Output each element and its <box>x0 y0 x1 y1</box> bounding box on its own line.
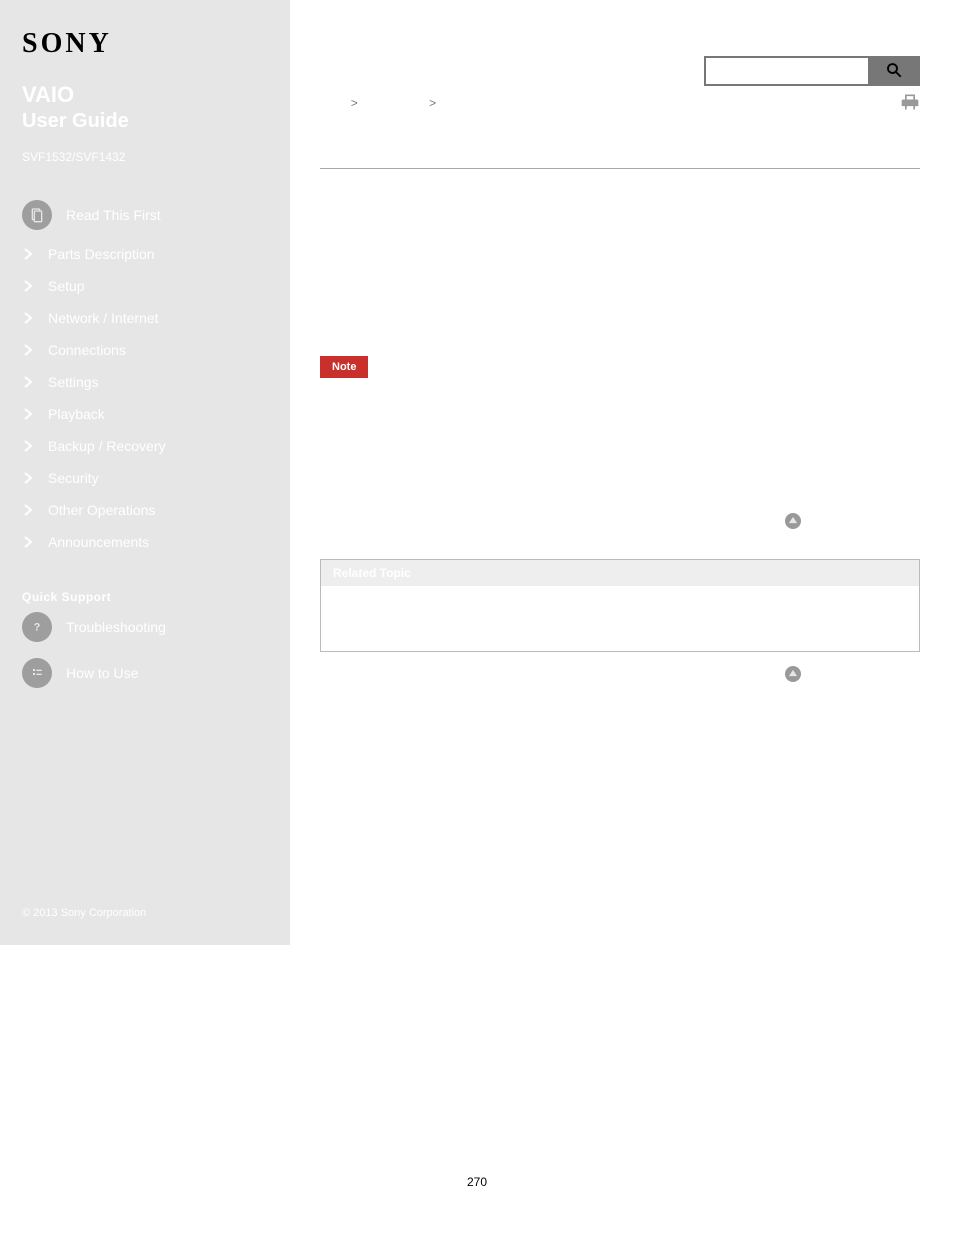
sidebar-item-other-ops[interactable]: Other Operations <box>22 494 268 526</box>
chevron-right-icon <box>22 408 34 420</box>
step-1-text: Plug the power cord of your external dri… <box>334 277 704 292</box>
sidebar-item-label: Read This First <box>66 207 161 223</box>
chevron-right-icon <box>22 344 34 356</box>
note-item: Be sure to connect an external drive to … <box>342 386 920 405</box>
go-top-label: Go to top of the page <box>807 667 920 681</box>
note-flag: Note <box>320 356 368 378</box>
go-top-link[interactable]: Go to top of the page <box>320 666 920 682</box>
related-link[interactable]: Connecting a USB Device <box>353 596 909 619</box>
step-1: 1. Plug the power cord of your external … <box>320 275 920 295</box>
sidebar-item-playback[interactable]: Playback <box>22 398 268 430</box>
related-heading: Related Topic <box>321 560 919 586</box>
breadcrumb-top[interactable]: Top <box>320 96 339 110</box>
sidebar-item-label: Settings <box>48 374 99 390</box>
sidebar-item-label: Setup <box>48 278 85 294</box>
main-content: Top > Playback > CD/DVD/BD Connecting an… <box>320 40 920 682</box>
sidebar-item-security[interactable]: Security <box>22 462 268 494</box>
copyright: © 2013 Sony Corporation <box>22 907 146 919</box>
guide-title: User Guide <box>22 110 268 133</box>
sidebar-item-setup[interactable]: Setup <box>22 270 268 302</box>
chevron-right-icon <box>22 280 34 292</box>
arrow-up-icon <box>785 666 801 682</box>
sidebar-item-label: Announcements <box>48 534 149 550</box>
sidebar-item-label: Network / Internet <box>48 310 159 326</box>
related-box: Related Topic Connecting a USB Device Bo… <box>320 559 920 652</box>
page-number: 270 <box>0 1175 954 1189</box>
chevron-right-icon <box>22 312 34 324</box>
sidebar: SONY VAIO User Guide SVF1532/SVF1432 Rea… <box>0 0 290 945</box>
search-button[interactable] <box>868 56 920 86</box>
sidebar-item-label: Parts Description <box>48 246 155 262</box>
breadcrumb-sep: > <box>429 96 436 110</box>
go-top-label: Go to top of the page <box>807 514 920 528</box>
intro-p2: Refer to the manual that came with your … <box>320 241 920 261</box>
sidebar-item-connections[interactable]: Connections <box>22 334 268 366</box>
sidebar-nav: Read This First Parts Description Setup … <box>22 192 268 696</box>
page-title: Connecting an External Drive <box>320 132 920 169</box>
note-item: If you disconnect the drive or turn off … <box>342 462 920 500</box>
chevron-right-icon <box>22 472 34 484</box>
chevron-right-icon <box>22 440 34 452</box>
search-icon <box>885 61 903 82</box>
related-link[interactable]: Booting Your VAIO Computer from External… <box>353 619 909 642</box>
sidebar-item-parts[interactable]: Parts Description <box>22 238 268 270</box>
breadcrumb-sep: > <box>351 96 358 110</box>
sidebar-item-label: Other Operations <box>48 502 155 518</box>
sidebar-item-read-first[interactable]: Read This First <box>22 192 268 238</box>
arrow-up-icon <box>785 513 801 529</box>
sidebar-item-troubleshoot[interactable]: ? Troubleshooting <box>22 604 268 650</box>
go-top-link[interactable]: Go to top of the page <box>320 513 920 529</box>
sidebar-item-settings[interactable]: Settings <box>22 366 268 398</box>
breadcrumb-cddvd[interactable]: CD/DVD/BD <box>447 96 513 110</box>
step-2-num: 2. <box>320 310 334 325</box>
search-bar <box>704 56 920 86</box>
list-icon <box>22 658 52 688</box>
breadcrumb: Top > Playback > CD/DVD/BD <box>320 96 920 110</box>
search-input[interactable] <box>704 56 868 86</box>
model-numbers: SVF1532/SVF1432 <box>22 149 268 166</box>
breadcrumb-playback[interactable]: Playback <box>369 96 418 110</box>
sidebar-item-label: Playback <box>48 406 105 422</box>
chevron-right-icon <box>22 536 34 548</box>
doc-icon <box>22 200 52 230</box>
sidebar-item-label: Security <box>48 470 99 486</box>
brand-logo: SONY <box>22 28 268 60</box>
chevron-right-icon <box>22 248 34 260</box>
support-heading: Quick Support <box>22 590 268 604</box>
step-1-num: 1. <box>320 277 334 292</box>
sidebar-item-label: Connections <box>48 342 126 358</box>
chevron-right-icon <box>22 376 34 388</box>
svg-text:?: ? <box>34 622 41 634</box>
intro-text: If a recovery disc or disc playback is r… <box>320 187 920 328</box>
sidebar-item-label: Troubleshooting <box>66 619 166 635</box>
question-icon: ? <box>22 612 52 642</box>
product-name: VAIO <box>22 82 268 108</box>
chevron-right-icon <box>22 504 34 516</box>
note-item: When disconnecting the drive, follow the… <box>342 414 920 452</box>
note-list: Be sure to connect an external drive to … <box>342 386 920 500</box>
step-2: 2. Plug one end of a USB cable ( 3 ) int… <box>320 308 920 328</box>
sidebar-item-announce[interactable]: Announcements <box>22 526 268 558</box>
sidebar-item-backup[interactable]: Backup / Recovery <box>22 430 268 462</box>
sidebar-item-network[interactable]: Network / Internet <box>22 302 268 334</box>
print-icon[interactable] <box>900 92 920 112</box>
sidebar-item-label: How to Use <box>66 665 138 681</box>
step-2-text: Plug one end of a USB cable ( 3 ) into t… <box>334 310 848 325</box>
sidebar-item-howto[interactable]: How to Use <box>22 650 268 696</box>
sidebar-item-label: Backup / Recovery <box>48 438 166 454</box>
intro-p1: If a recovery disc or disc playback is r… <box>320 187 920 227</box>
